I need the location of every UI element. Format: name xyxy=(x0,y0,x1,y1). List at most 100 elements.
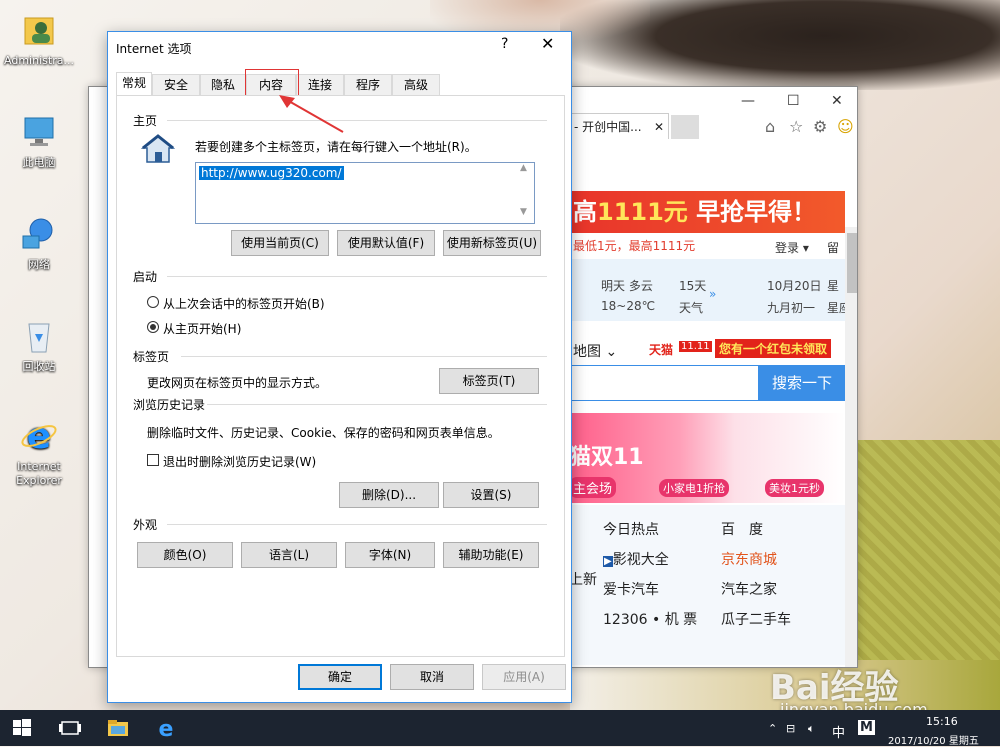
colors-button[interactable]: 颜色(O) xyxy=(137,542,233,568)
scroll-up-icon[interactable]: ▲ xyxy=(520,163,527,173)
desktop-icon-ie[interactable]: e Internet Explorer xyxy=(0,416,78,488)
startup-option-2[interactable]: 从主页开始(H) xyxy=(163,320,241,337)
apply-button[interactable]: 应用(A) xyxy=(482,664,566,690)
site-fragment: 上新 xyxy=(569,572,597,588)
scroll-down-icon[interactable]: ▼ xyxy=(520,207,527,217)
site-link[interactable]: 百 度 xyxy=(721,519,763,539)
internet-explorer-taskbar-icon[interactable]: e xyxy=(154,716,178,740)
promo-beauty[interactable]: 美妆1元秒 xyxy=(765,479,824,497)
site-link[interactable]: 12306 • 机 票 xyxy=(603,609,697,629)
desktop-icon-recycle-bin[interactable]: 回收站 xyxy=(0,316,78,374)
banner-prefix: 高 xyxy=(573,198,597,226)
search-input[interactable] xyxy=(569,365,759,401)
home-url-value: http://www.ug320.com/ xyxy=(199,166,344,180)
file-explorer-icon[interactable] xyxy=(106,716,130,740)
close-button[interactable]: ✕ xyxy=(541,34,554,53)
url-scrollbar[interactable]: ▲ ▼ xyxy=(517,163,533,223)
leave-link[interactable]: 留 xyxy=(827,239,839,256)
double11-badge: 11.11 xyxy=(679,341,712,352)
ok-button[interactable]: 确定 xyxy=(298,664,382,690)
network-tray-icon[interactable]: ⊟ xyxy=(786,722,795,735)
clock-date[interactable]: 2017/10/20 星期五 xyxy=(888,732,979,747)
promo-strip[interactable]: 猫双11 主会场 小家电1折抢 美妆1元秒 xyxy=(569,413,845,503)
chevron-up-icon[interactable]: ⌃ xyxy=(768,722,777,735)
favorites-star-icon[interactable]: ☆ xyxy=(789,117,803,136)
weather-widget[interactable]: 明天 多云 18~28℃ 15天 天气 » 10月20日 九月初一 星 星座 xyxy=(569,259,851,321)
site-link[interactable]: 爱卡汽车 xyxy=(603,579,659,599)
weather-date: 10月20日 xyxy=(767,279,822,293)
history-settings-button[interactable]: 设置(S) xyxy=(443,482,539,508)
map-link[interactable]: 地图 ⌄ xyxy=(573,341,617,361)
minimize-icon[interactable]: — xyxy=(741,93,755,109)
volume-tray-icon[interactable]: 🔈︎ xyxy=(808,722,815,736)
ie-tab[interactable]: - 开创中国... ✕ xyxy=(569,113,669,139)
use-default-button[interactable]: 使用默认值(F) xyxy=(337,230,435,256)
new-tab-button[interactable] xyxy=(671,115,699,139)
task-view-icon[interactable] xyxy=(58,716,82,740)
close-icon[interactable]: ✕ xyxy=(831,93,843,109)
ime-language[interactable]: 中 xyxy=(832,722,845,741)
weather-day: 明天 多云 xyxy=(601,279,653,293)
desktop-icon-label: 回收站 xyxy=(22,360,56,373)
fonts-button[interactable]: 字体(N) xyxy=(345,542,435,568)
startup-option-1[interactable]: 从上次会话中的标签页开始(B) xyxy=(163,295,325,312)
site-link[interactable]: ▶影视大全 xyxy=(603,549,669,569)
weather-15day: 15天 xyxy=(679,279,707,293)
tabs-settings-button[interactable]: 标签页(T) xyxy=(439,368,539,394)
cancel-button[interactable]: 取消 xyxy=(390,664,474,690)
promo-banner[interactable]: 高1111元 早抢早得！ xyxy=(569,191,845,233)
site-link[interactable]: 京东商城 xyxy=(721,549,777,569)
appearance-section-title: 外观 xyxy=(133,518,158,532)
tab-advanced[interactable]: 高级 xyxy=(392,74,440,96)
desktop-icon-label: Administra... xyxy=(4,54,74,67)
tab-security[interactable]: 安全 xyxy=(152,74,200,96)
promo-venue[interactable]: 主会场 xyxy=(569,477,617,498)
smiley-feedback-icon[interactable]: ☺ xyxy=(837,117,854,136)
svg-text:e: e xyxy=(159,717,174,740)
startup-last-session-radio[interactable] xyxy=(147,296,159,308)
delete-on-exit-label[interactable]: 退出时删除浏览历史记录(W) xyxy=(163,453,316,470)
promo-appliance[interactable]: 小家电1折抢 xyxy=(659,479,729,497)
dialog-title: Internet 选项 xyxy=(116,42,192,56)
languages-button[interactable]: 语言(L) xyxy=(241,542,337,568)
internet-explorer-icon: e xyxy=(21,416,57,456)
delete-history-button[interactable]: 删除(D)... xyxy=(339,482,439,508)
maximize-icon[interactable]: ☐ xyxy=(787,93,800,109)
windows-start-icon[interactable] xyxy=(10,716,34,740)
chevron-double-right-icon[interactable]: » xyxy=(709,287,716,301)
clock-time[interactable]: 15:16 xyxy=(926,715,958,728)
help-button[interactable]: ? xyxy=(501,36,508,52)
home-icon[interactable]: ⌂ xyxy=(765,117,775,136)
search-button[interactable]: 搜索一下 xyxy=(759,365,845,401)
red-packet-link[interactable]: 您有一个红包未领取 xyxy=(715,339,832,358)
ie-scrollbar-thumb[interactable] xyxy=(847,233,857,293)
use-new-tab-button[interactable]: 使用新标签页(U) xyxy=(443,230,541,256)
desktop-icon-network[interactable]: 网络 xyxy=(0,214,78,272)
tab-close-icon[interactable]: ✕ xyxy=(654,114,664,140)
settings-gear-icon[interactable]: ⚙ xyxy=(813,117,827,136)
subbanner-text[interactable]: 最低1元，最高1111元 xyxy=(573,237,695,254)
ie-scrollbar[interactable] xyxy=(845,227,857,667)
section-divider xyxy=(181,356,547,357)
section-divider xyxy=(167,524,547,525)
desktop-icon-this-pc[interactable]: 此电脑 xyxy=(0,112,78,170)
user-folder-icon xyxy=(24,17,54,45)
home-section-title: 主页 xyxy=(133,114,158,128)
site-link[interactable]: 汽车之家 xyxy=(721,579,777,599)
desktop-icon-admin[interactable]: Administra... xyxy=(0,10,78,68)
computer-icon xyxy=(24,117,54,146)
accessibility-button[interactable]: 辅助功能(E) xyxy=(443,542,539,568)
startup-home-radio[interactable] xyxy=(147,321,159,333)
ime-mode[interactable]: M xyxy=(858,720,875,735)
tab-general[interactable]: 常规 xyxy=(116,72,152,96)
login-link[interactable]: 登录 ▾ xyxy=(775,239,809,256)
site-link[interactable]: 今日热点 xyxy=(603,519,659,539)
history-desc: 删除临时文件、历史记录、Cookie、保存的密码和网页表单信息。 xyxy=(147,426,500,440)
site-link[interactable]: 瓜子二手车 xyxy=(721,609,791,629)
house-icon xyxy=(141,134,175,163)
tab-privacy[interactable]: 隐私 xyxy=(200,74,246,96)
delete-on-exit-checkbox[interactable] xyxy=(147,454,159,466)
startup-section-title: 启动 xyxy=(133,270,158,284)
tmall-link[interactable]: 天猫 xyxy=(649,341,673,358)
use-current-button[interactable]: 使用当前页(C) xyxy=(231,230,329,256)
